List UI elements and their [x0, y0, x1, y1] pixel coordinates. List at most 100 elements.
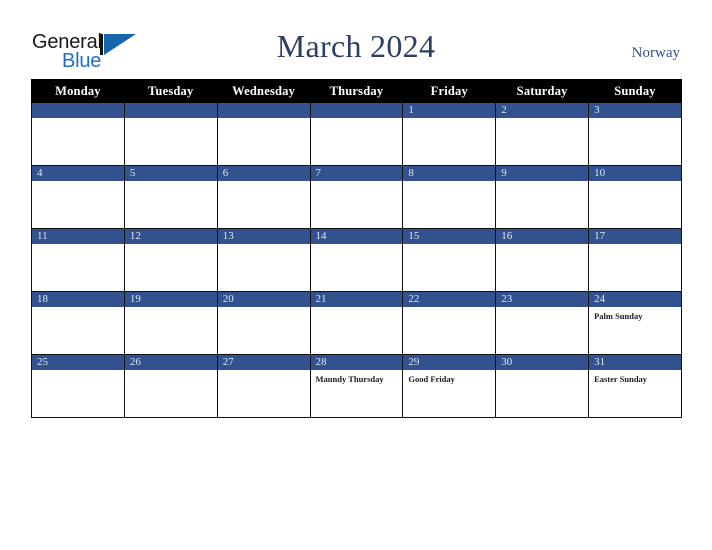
- weekday-header-tuesday: Tuesday: [123, 79, 218, 103]
- calendar-grid: Monday Tuesday Wednesday Thursday Friday…: [31, 79, 682, 418]
- day-number: 28: [310, 355, 403, 370]
- day-cell-inner: 19: [124, 292, 217, 354]
- country-label: Norway: [631, 45, 680, 61]
- calendar-day-cell[interactable]: 15: [402, 228, 497, 292]
- day-number: [124, 103, 217, 118]
- calendar-day-cell[interactable]: [31, 102, 125, 166]
- day-number: 13: [217, 229, 310, 244]
- day-cell-inner: 13: [217, 229, 310, 291]
- calendar-day-cell[interactable]: 11: [31, 228, 125, 292]
- day-number: 2: [496, 103, 589, 118]
- day-events: Maundy Thursday: [311, 370, 403, 385]
- day-cell-inner: 2: [496, 103, 589, 165]
- calendar-day-cell[interactable]: 21: [309, 291, 404, 355]
- day-number: 9: [496, 166, 589, 181]
- day-events: Good Friday: [403, 370, 495, 385]
- calendar-day-cell[interactable]: 14: [309, 228, 404, 292]
- day-number: 30: [496, 355, 589, 370]
- day-number: 1: [403, 103, 496, 118]
- calendar-day-cell[interactable]: 23: [495, 291, 590, 355]
- calendar-day-cell[interactable]: 5: [123, 165, 218, 229]
- day-cell-inner: 31 Easter Sunday: [589, 355, 681, 417]
- calendar-week-row: 25 26 27 28 Maundy Thursday 29 Good Friday 30 31…: [31, 354, 682, 418]
- calendar-day-cell[interactable]: [309, 102, 404, 166]
- day-cell-inner: 18: [32, 292, 124, 354]
- day-cell-inner: 29 Good Friday: [403, 355, 496, 417]
- holiday-label: Good Friday: [408, 374, 455, 384]
- day-number: 8: [403, 166, 496, 181]
- day-cell-inner: 15: [403, 229, 496, 291]
- day-cell-inner: [32, 103, 124, 165]
- calendar-day-cell[interactable]: 4: [31, 165, 125, 229]
- calendar-day-cell[interactable]: 24 Palm Sunday: [588, 291, 682, 355]
- calendar-day-cell[interactable]: 27: [216, 354, 311, 418]
- day-cell-inner: 5: [124, 166, 217, 228]
- day-cell-inner: 7: [310, 166, 403, 228]
- day-number: 6: [217, 166, 310, 181]
- day-number: 18: [32, 292, 124, 307]
- calendar-day-cell[interactable]: 20: [216, 291, 311, 355]
- day-cell-inner: 22: [403, 292, 496, 354]
- day-events: Easter Sunday: [589, 370, 681, 385]
- day-number: 3: [589, 103, 681, 118]
- day-number: 7: [310, 166, 403, 181]
- calendar-week-row: 11 12 13 14 15 16 17: [31, 228, 682, 292]
- calendar-day-cell[interactable]: 6: [216, 165, 311, 229]
- calendar-day-cell[interactable]: 12: [123, 228, 218, 292]
- calendar-day-cell[interactable]: 7: [309, 165, 404, 229]
- calendar-day-cell[interactable]: 31 Easter Sunday: [588, 354, 682, 418]
- day-number: 4: [32, 166, 124, 181]
- day-cell-inner: 11: [32, 229, 124, 291]
- calendar-header-row: Monday Tuesday Wednesday Thursday Friday…: [31, 79, 682, 103]
- calendar-day-cell[interactable]: [216, 102, 311, 166]
- weekday-header-friday: Friday: [402, 79, 497, 103]
- calendar-day-cell[interactable]: 25: [31, 354, 125, 418]
- page-title: March 2024: [276, 28, 436, 64]
- day-cell-inner: [124, 103, 217, 165]
- calendar-day-cell[interactable]: 13: [216, 228, 311, 292]
- day-number: 23: [496, 292, 589, 307]
- day-cell-inner: 16: [496, 229, 589, 291]
- calendar-day-cell[interactable]: 26: [123, 354, 218, 418]
- day-cell-inner: [310, 103, 403, 165]
- calendar-day-cell[interactable]: 18: [31, 291, 125, 355]
- day-number: [217, 103, 310, 118]
- day-cell-inner: 30: [496, 355, 589, 417]
- day-cell-inner: 24 Palm Sunday: [589, 292, 681, 354]
- day-number: 15: [403, 229, 496, 244]
- calendar-day-cell[interactable]: 1: [402, 102, 497, 166]
- calendar-day-cell[interactable]: 28 Maundy Thursday: [309, 354, 404, 418]
- day-cell-inner: 14: [310, 229, 403, 291]
- day-cell-inner: 25: [32, 355, 124, 417]
- day-number: 29: [403, 355, 496, 370]
- calendar-day-cell[interactable]: 30: [495, 354, 590, 418]
- calendar-day-cell[interactable]: 10: [588, 165, 682, 229]
- day-cell-inner: 9: [496, 166, 589, 228]
- calendar-week-row: 18 19 20 21 22 23 24 Palm Sunday: [31, 291, 682, 355]
- day-number: 22: [403, 292, 496, 307]
- day-cell-inner: 6: [217, 166, 310, 228]
- calendar-day-cell[interactable]: 8: [402, 165, 497, 229]
- weekday-header-thursday: Thursday: [309, 79, 404, 103]
- calendar-day-cell[interactable]: [123, 102, 218, 166]
- calendar-day-cell[interactable]: 2: [495, 102, 590, 166]
- calendar-week-row: 123: [31, 102, 682, 166]
- day-number: 10: [589, 166, 681, 181]
- day-cell-inner: 17: [589, 229, 681, 291]
- calendar-day-cell[interactable]: 29 Good Friday: [402, 354, 497, 418]
- calendar-day-cell[interactable]: 22: [402, 291, 497, 355]
- calendar-day-cell[interactable]: 3: [588, 102, 682, 166]
- day-cell-inner: 12: [124, 229, 217, 291]
- holiday-label: Palm Sunday: [594, 311, 643, 321]
- day-number: 20: [217, 292, 310, 307]
- calendar-week-row: 4 5 6 7 8 9 10: [31, 165, 682, 229]
- day-number: 16: [496, 229, 589, 244]
- day-cell-inner: 23: [496, 292, 589, 354]
- day-cell-inner: 20: [217, 292, 310, 354]
- day-cell-inner: 28 Maundy Thursday: [310, 355, 403, 417]
- day-cell-inner: 26: [124, 355, 217, 417]
- calendar-day-cell[interactable]: 17: [588, 228, 682, 292]
- calendar-day-cell[interactable]: 9: [495, 165, 590, 229]
- calendar-day-cell[interactable]: 16: [495, 228, 590, 292]
- calendar-day-cell[interactable]: 19: [123, 291, 218, 355]
